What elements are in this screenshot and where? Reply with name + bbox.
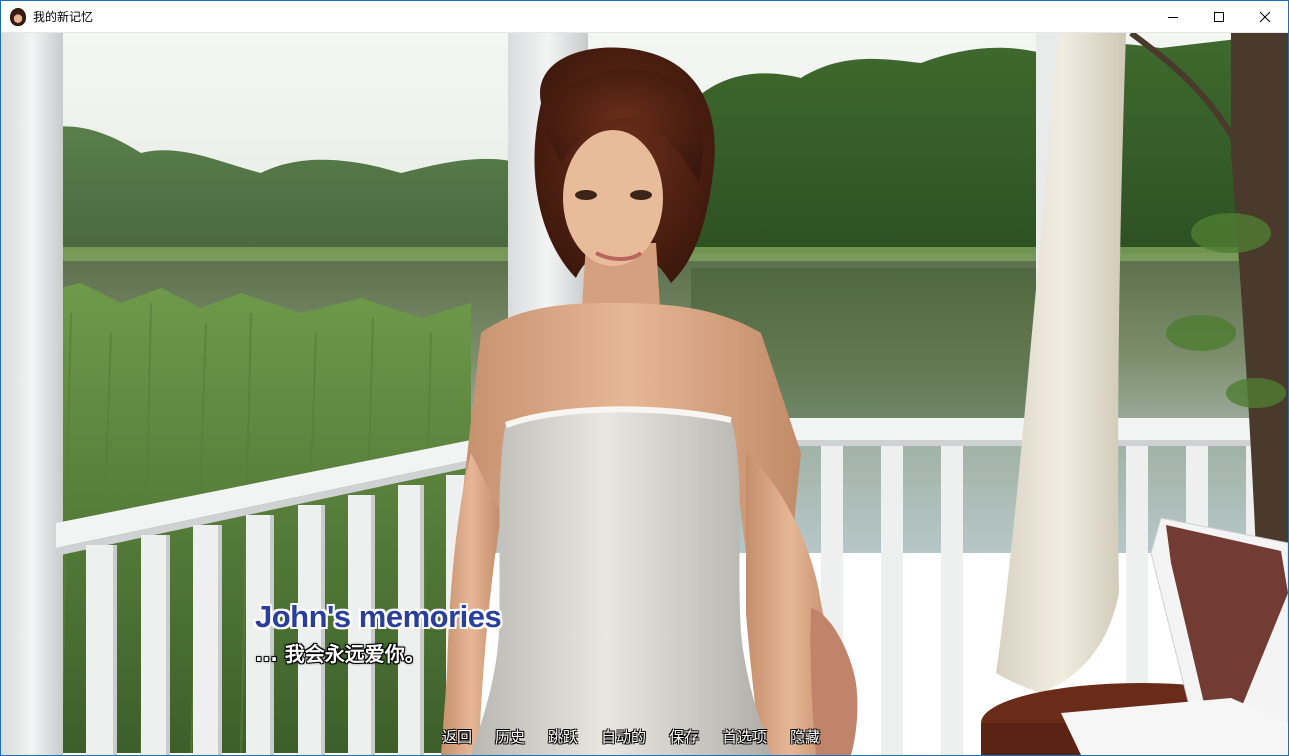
game-scene-background [1, 33, 1288, 755]
maximize-icon [1214, 11, 1224, 22]
minimize-icon [1168, 16, 1178, 18]
window-controls [1150, 1, 1288, 32]
quick-menu-save[interactable]: 保存 [669, 726, 699, 747]
quick-menu-history[interactable]: 历史 [495, 726, 525, 747]
close-icon [1259, 11, 1271, 22]
game-viewport[interactable]: John's memories ... 我会永远爱你。 返回 历史 跳跃 自动的… [1, 33, 1288, 755]
speaker-name: John's memories [255, 599, 502, 634]
maximize-button[interactable] [1196, 1, 1242, 32]
quick-menu-skip[interactable]: 跳跃 [548, 726, 578, 747]
dialogue-text: ... 我会永远爱你。 [255, 642, 425, 666]
close-button[interactable] [1242, 1, 1288, 32]
game-window: 我的新记忆 John's memories ... 我会永远爱你。 返回 历史 … [0, 0, 1289, 756]
quick-menu: 返回 历史 跳跃 自动的 保存 首选项 隐藏 [442, 726, 820, 747]
quick-menu-hide[interactable]: 隐藏 [790, 726, 820, 747]
title-bar[interactable]: 我的新记忆 [1, 1, 1288, 33]
character-portrait-icon [10, 7, 26, 26]
quick-menu-back[interactable]: 返回 [442, 726, 472, 747]
minimize-button[interactable] [1150, 1, 1196, 32]
quick-menu-auto[interactable]: 自动的 [601, 726, 646, 747]
quick-menu-preferences[interactable]: 首选项 [722, 726, 767, 747]
window-title: 我的新记忆 [33, 10, 94, 24]
